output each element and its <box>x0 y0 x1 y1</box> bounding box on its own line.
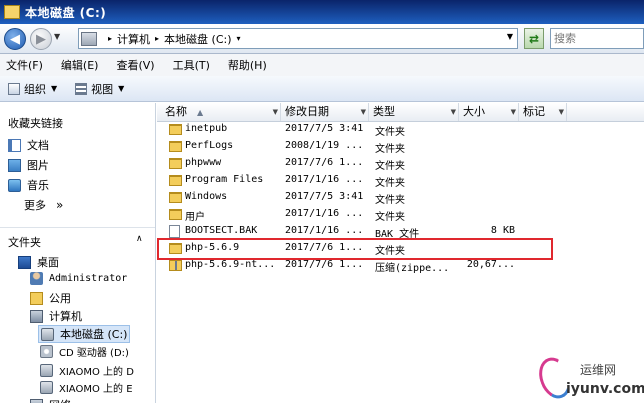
tree-item-public[interactable]: 公用 <box>30 290 71 306</box>
network-icon <box>30 398 43 403</box>
network-drive-icon <box>40 364 53 377</box>
computer-icon <box>81 31 97 46</box>
chevron-right-icon[interactable]: ▸ <box>108 34 112 43</box>
refresh-button[interactable]: ⇄ <box>524 28 544 49</box>
tree-item-network-drive-e[interactable]: XIAOMO 上的 E <box>40 380 133 395</box>
chevron-down-icon: ▼ <box>51 84 58 93</box>
column-size[interactable]: 大小 ▼ <box>459 103 519 121</box>
favorites-header: 收藏夹链接 <box>8 117 63 130</box>
table-row[interactable]: Windows 2017/7/5 3:41 文件夹 <box>157 190 557 207</box>
documents-icon <box>8 138 21 152</box>
window-title: 本地磁盘 (C:) <box>25 5 107 20</box>
folder-icon <box>4 5 20 19</box>
search-input[interactable]: 搜索 <box>550 28 644 49</box>
forward-button[interactable]: ▶ <box>30 28 52 50</box>
computer-icon <box>30 309 43 323</box>
music-icon <box>8 178 21 192</box>
organize-button[interactable]: 组织 ▼ <box>8 81 57 97</box>
sort-ascending-icon: ▲ <box>197 108 204 117</box>
chevron-down-icon[interactable]: ▼ <box>511 103 516 121</box>
address-input[interactable]: ▸ 计算机 ▸ 本地磁盘 (C:) ▾ ▼ <box>78 28 518 49</box>
navigation-pane: 收藏夹链接 文档 图片 音乐 更多 » 文件夹 ∧ 桌面 Administrat… <box>0 103 156 403</box>
folder-icon <box>169 209 182 220</box>
table-row[interactable]: inetpub 2017/7/5 3:41 文件夹 <box>157 122 557 139</box>
table-row[interactable]: 用户 2017/1/16 ... 文件夹 <box>157 207 557 224</box>
network-drive-icon <box>40 381 53 394</box>
title-bar: 本地磁盘 (C:) <box>0 0 644 24</box>
table-row[interactable]: php-5.6.9-nt... 2017/7/6 1... 压缩(zippe..… <box>157 258 557 275</box>
menu-tools[interactable]: 工具(T) <box>173 57 210 73</box>
favorite-music[interactable]: 音乐 <box>8 177 49 193</box>
back-button[interactable]: ◀ <box>4 28 26 50</box>
pane-divider <box>0 227 155 228</box>
tree-item-network[interactable]: 网络 <box>30 397 71 403</box>
watermark-domain: iyunv.com <box>566 381 644 397</box>
menu-edit[interactable]: 编辑(E) <box>61 57 99 73</box>
folder-icon <box>169 158 182 169</box>
command-toolbar: 组织 ▼ 视图 ▼ <box>0 76 644 102</box>
folder-icon <box>169 124 182 135</box>
tree-item-administrator[interactable]: Administrator <box>30 272 127 285</box>
table-row[interactable]: PerfLogs 2008/1/19 ... 文件夹 <box>157 139 557 156</box>
desktop-icon <box>18 255 31 269</box>
chevron-down-icon[interactable]: ▼ <box>451 103 456 121</box>
address-dropdown-icon[interactable]: ▼ <box>507 32 513 41</box>
favorite-documents[interactable]: 文档 <box>8 137 49 153</box>
watermark: 运维网 iyunv.com <box>533 353 644 403</box>
menu-bar: 文件(F) 编辑(E) 查看(V) 工具(T) 帮助(H) <box>0 54 644 76</box>
column-type[interactable]: 类型 ▼ <box>369 103 459 121</box>
user-folder-icon <box>30 272 43 285</box>
column-date-modified[interactable]: 修改日期 ▼ <box>281 103 369 121</box>
cd-drive-icon <box>40 345 53 358</box>
chevron-down-icon[interactable]: ▼ <box>273 103 278 121</box>
organize-icon <box>8 82 20 95</box>
table-row[interactable]: Program Files 2017/1/16 ... 文件夹 <box>157 173 557 190</box>
folder-icon <box>30 291 43 305</box>
folder-icon <box>169 141 182 152</box>
chevron-down-icon: ▼ <box>118 84 125 93</box>
chevron-down-icon[interactable]: ▼ <box>361 103 366 121</box>
chevron-right-icon[interactable]: ▸ <box>155 34 159 43</box>
tree-item-desktop[interactable]: 桌面 <box>18 254 59 270</box>
folders-header[interactable]: 文件夹 <box>8 234 41 250</box>
file-icon <box>169 225 180 238</box>
column-tags[interactable]: 标记 ▼ <box>519 103 567 121</box>
table-row[interactable]: phpwww 2017/7/6 1... 文件夹 <box>157 156 557 173</box>
tree-item-local-disk-c[interactable]: 本地磁盘 (C:) <box>38 325 131 343</box>
collapse-folders-icon[interactable]: ∧ <box>136 234 143 244</box>
highlight-annotation <box>157 238 553 260</box>
tree-item-cd-drive[interactable]: CD 驱动器 (D:) <box>40 344 129 359</box>
more-favorites-link[interactable]: 更多 » <box>24 197 63 213</box>
breadcrumb-local-disk[interactable]: 本地磁盘 (C:) <box>164 31 231 47</box>
chevron-down-icon[interactable]: ▾ <box>237 34 241 43</box>
watermark-text: 运维网 <box>580 363 617 377</box>
tree-item-computer[interactable]: 计算机 <box>30 308 82 324</box>
recent-pages-dropdown-icon[interactable]: ▼ <box>54 32 60 41</box>
view-button[interactable]: 视图 ▼ <box>75 81 124 97</box>
pictures-icon <box>8 158 21 172</box>
view-icon <box>75 82 88 95</box>
column-header-row: 名称 ▲ ▼ 修改日期 ▼ 类型 ▼ 大小 ▼ 标记 ▼ <box>157 103 644 122</box>
breadcrumb-computer[interactable]: 计算机 <box>117 31 150 47</box>
menu-help[interactable]: 帮助(H) <box>228 57 267 73</box>
chevron-down-icon[interactable]: ▼ <box>559 103 564 121</box>
folder-icon <box>169 192 182 203</box>
folder-icon <box>169 175 182 186</box>
address-bar: ◀ ▶ ▼ ▸ 计算机 ▸ 本地磁盘 (C:) ▾ ▼ ⇄ 搜索 <box>0 24 644 54</box>
menu-file[interactable]: 文件(F) <box>6 57 43 73</box>
column-name[interactable]: 名称 ▲ ▼ <box>161 103 281 121</box>
menu-view[interactable]: 查看(V) <box>116 57 154 73</box>
tree-item-network-drive-d[interactable]: XIAOMO 上的 D <box>40 363 134 378</box>
double-chevron-icon: » <box>56 198 64 212</box>
drive-icon <box>41 327 54 341</box>
favorite-pictures[interactable]: 图片 <box>8 157 49 173</box>
zip-file-icon <box>169 260 182 271</box>
